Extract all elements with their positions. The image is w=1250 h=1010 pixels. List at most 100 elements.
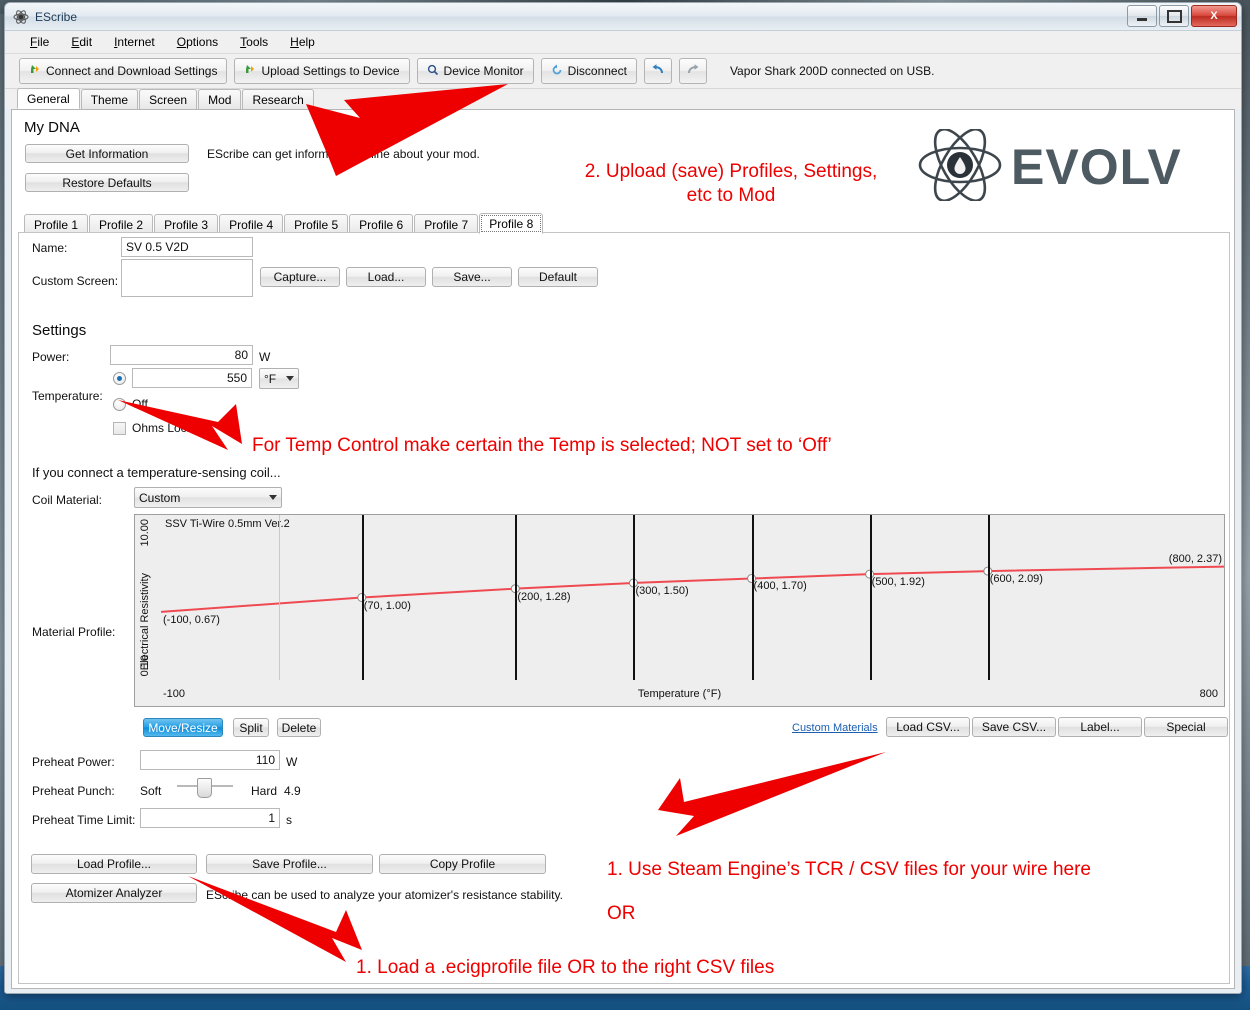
main-tabstrip: General Theme Screen Mod Research <box>5 88 1241 109</box>
special-button[interactable]: Special <box>1144 717 1228 737</box>
chart-xlabel: Temperature (°F) <box>637 688 722 700</box>
disconnect-label: Disconnect <box>567 64 627 78</box>
chart-xtick-min: -100 <box>163 688 186 700</box>
annotation-temp: For Temp Control make certain the Temp i… <box>252 435 832 456</box>
chart-segment-divider[interactable] <box>751 515 754 680</box>
device-monitor-label: Device Monitor <box>443 64 524 78</box>
chart-xtick-max: 800 <box>1199 688 1218 700</box>
preheat-time-input[interactable]: 1 <box>140 808 280 828</box>
default-screen-button[interactable]: Default <box>518 267 598 287</box>
slider-thumb[interactable] <box>197 778 212 798</box>
menu-edit[interactable]: Edit <box>60 32 103 52</box>
tab-theme[interactable]: Theme <box>80 89 139 109</box>
chart-segment-divider[interactable] <box>869 515 872 680</box>
chart-faint-divider <box>279 515 281 680</box>
chart-point-label: (400, 1.70) <box>753 580 807 593</box>
load-profile-button[interactable]: Load Profile... <box>31 854 197 874</box>
preheat-punch-value: 4.9 <box>284 784 301 798</box>
menu-file[interactable]: File <box>19 32 60 52</box>
tab-general[interactable]: General <box>17 88 80 109</box>
close-button[interactable]: X <box>1191 5 1237 27</box>
name-input[interactable]: SV 0.5 V2D <box>121 237 253 257</box>
temperature-unit-select[interactable]: °F <box>259 368 299 389</box>
delete-button[interactable]: Delete <box>277 718 321 737</box>
load-screen-button[interactable]: Load... <box>346 267 426 287</box>
coil-material-select[interactable]: Custom <box>134 487 282 508</box>
chart-point-label: (70, 1.00) <box>363 599 411 612</box>
general-panel: My DNA Get Information Restore Defaults … <box>11 109 1235 989</box>
analyzer-hint: EScribe can be used to analyze your atom… <box>206 888 563 902</box>
tab-research[interactable]: Research <box>242 89 314 109</box>
maximize-button[interactable] <box>1159 5 1189 27</box>
coil-material-value: Custom <box>139 490 181 505</box>
chart-point-label: (800, 2.37) <box>1168 552 1222 565</box>
profile-tab-8[interactable]: Profile 8 <box>479 213 544 234</box>
chevron-down-icon <box>286 376 294 381</box>
menu-options[interactable]: Options <box>166 32 229 52</box>
profile-tab-2[interactable]: Profile 2 <box>89 214 154 234</box>
name-label: Name: <box>32 241 68 255</box>
temperature-off-radio[interactable] <box>113 398 126 411</box>
restore-defaults-button[interactable]: Restore Defaults <box>25 173 189 192</box>
profile-tab-4[interactable]: Profile 4 <box>219 214 284 234</box>
chart-segment-divider[interactable] <box>361 515 364 680</box>
connect-download-button[interactable]: Connect and Download Settings <box>19 58 228 84</box>
chart-line-svg <box>161 515 1224 680</box>
profile-tab-6[interactable]: Profile 6 <box>349 214 414 234</box>
toolbar: Connect and Download Settings Upload Set… <box>5 54 1241 89</box>
window-controls[interactable]: X <box>1127 5 1237 27</box>
chart-point-label: (300, 1.50) <box>635 584 689 597</box>
disconnect-button[interactable]: Disconnect <box>540 58 637 84</box>
menu-tools[interactable]: Tools <box>229 32 279 52</box>
ohms-locked-checkbox[interactable] <box>113 422 126 435</box>
device-monitor-button[interactable]: Device Monitor <box>416 58 534 84</box>
get-information-button[interactable]: Get Information <box>25 144 189 163</box>
menu-help[interactable]: Help <box>279 32 326 52</box>
profile-tab-7[interactable]: Profile 7 <box>414 214 479 234</box>
preheat-power-input[interactable]: 110 <box>140 750 280 770</box>
save-screen-button[interactable]: Save... <box>432 267 512 287</box>
tab-mod[interactable]: Mod <box>198 89 242 109</box>
annotation-csv-or: OR <box>607 903 636 924</box>
profile-tab-5[interactable]: Profile 5 <box>284 214 349 234</box>
custom-screen-label-text: Custom Screen: <box>32 274 119 288</box>
annotation-load: 1. Load a .ecigprofile file OR to the ri… <box>356 957 775 978</box>
undo-button[interactable] <box>643 58 672 84</box>
split-button[interactable]: Split <box>233 718 269 737</box>
preheat-punch-slider[interactable] <box>177 778 233 798</box>
chevron-down-icon <box>269 495 277 500</box>
custom-materials-link[interactable]: Custom Materials <box>792 722 878 734</box>
minimize-button[interactable] <box>1127 5 1157 27</box>
annotation-csv: 1. Use Steam Engine’s TCR / CSV files fo… <box>607 859 1091 880</box>
coil-material-label: Coil Material: <box>32 493 103 507</box>
profile-tab-1[interactable]: Profile 1 <box>24 214 89 234</box>
redo-icon <box>686 63 700 80</box>
chart-segment-divider[interactable] <box>633 515 636 680</box>
move-resize-button[interactable]: Move/Resize <box>143 718 223 737</box>
preheat-time-label: Preheat Time Limit: <box>32 813 136 827</box>
profile-tab-3[interactable]: Profile 3 <box>154 214 219 234</box>
menu-internet[interactable]: Internet <box>103 32 166 52</box>
save-csv-button[interactable]: Save CSV... <box>972 717 1056 737</box>
save-profile-button[interactable]: Save Profile... <box>206 854 373 874</box>
tab-screen[interactable]: Screen <box>139 89 198 109</box>
atomizer-analyzer-button[interactable]: Atomizer Analyzer <box>31 883 197 903</box>
capture-button[interactable]: Capture... <box>260 267 340 287</box>
material-profile-chart[interactable]: 10.00 Electrical Resistivity 0.10 SSV Ti… <box>134 514 1225 707</box>
connect-download-label: Connect and Download Settings <box>46 64 218 78</box>
redo-button[interactable] <box>678 58 707 84</box>
window-title: EScribe <box>35 9 78 24</box>
profile-tabstrip: Profile 1 Profile 2 Profile 3 Profile 4 … <box>24 213 544 234</box>
settings-heading: Settings <box>32 322 87 339</box>
power-input[interactable]: 80 <box>110 345 253 365</box>
upload-icon <box>244 64 256 79</box>
temperature-input[interactable]: 550 <box>132 368 252 388</box>
temperature-radio[interactable] <box>113 372 126 385</box>
chart-segment-divider[interactable] <box>515 515 518 680</box>
custom-screen-preview[interactable] <box>121 259 253 297</box>
label-button[interactable]: Label... <box>1058 717 1142 737</box>
load-csv-button[interactable]: Load CSV... <box>886 717 970 737</box>
copy-profile-button[interactable]: Copy Profile <box>379 854 546 874</box>
upload-settings-button[interactable]: Upload Settings to Device <box>234 58 410 84</box>
chart-segment-divider[interactable] <box>987 515 990 680</box>
